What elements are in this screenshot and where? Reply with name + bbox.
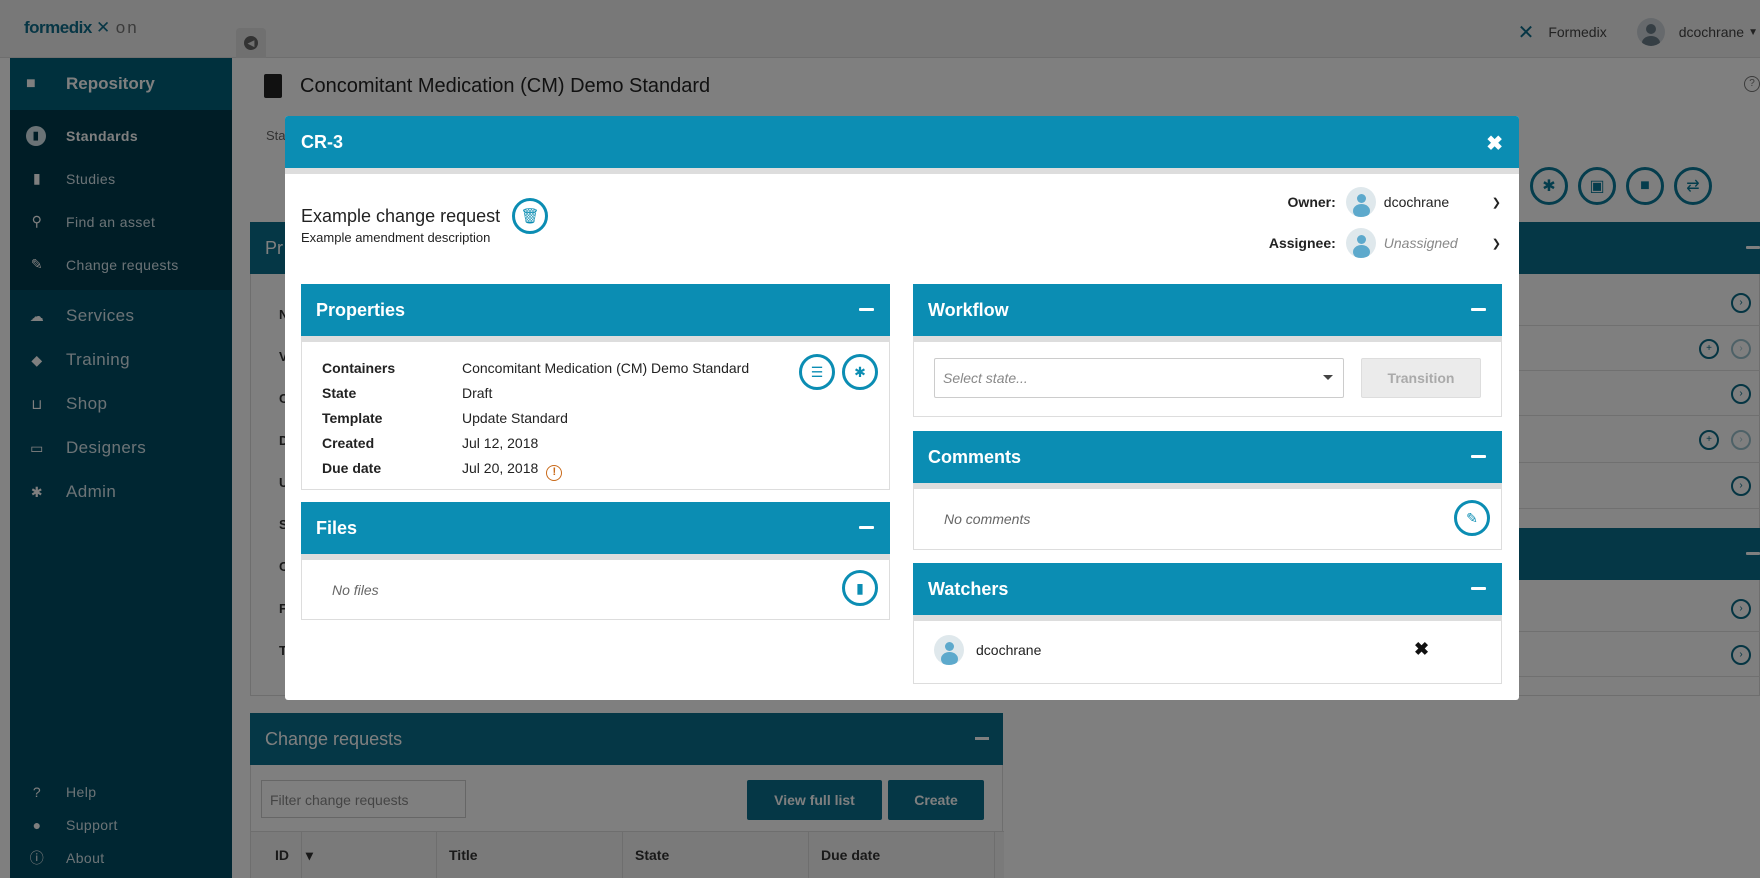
state-select[interactable]: Select state... — [934, 358, 1344, 398]
minus-icon[interactable] — [859, 526, 874, 529]
property-row: Due date Jul 20, 2018! — [322, 456, 749, 481]
transition-button[interactable]: Transition — [1361, 358, 1481, 398]
property-row: Containers Concomitant Medication (CM) De… — [322, 360, 750, 376]
property-row: Created Jul 12, 2018 — [322, 435, 539, 451]
files-panel: Files No files ▮ — [301, 502, 890, 620]
minus-icon[interactable] — [1471, 308, 1486, 311]
modal-header: CR-3 ✖ — [285, 116, 1519, 168]
property-row: Template Update Standard — [322, 410, 568, 426]
list-item: dcochrane — [934, 635, 1041, 665]
avatar — [934, 635, 964, 665]
list-icon[interactable]: ☰ — [799, 354, 835, 390]
workflow-panel: Workflow Select state... Transition — [913, 284, 1502, 417]
property-row: State Draft — [322, 385, 493, 401]
properties-panel: Properties Containers Concomitant Medicat… — [301, 284, 890, 490]
avatar — [1345, 187, 1376, 217]
properties-table: Containers Concomitant Medication (CM) De… — [322, 356, 749, 481]
assignee-field[interactable]: Assignee: Unassigned ❯ — [1264, 228, 1501, 258]
gear-icon[interactable]: ✱ — [842, 354, 878, 390]
minus-icon[interactable] — [1471, 455, 1486, 458]
close-icon[interactable]: ✖ — [1414, 639, 1429, 660]
chevron-down-icon[interactable]: ❯ — [1492, 237, 1501, 250]
change-request-title: Example change request 🗑 — [301, 198, 549, 234]
watchers-panel: Watchers dcochrane ✖ — [913, 563, 1502, 684]
modal-title: CR-3 — [301, 131, 344, 152]
no-comments-text: No comments — [944, 511, 1031, 527]
close-icon[interactable]: ✖ — [1486, 131, 1503, 156]
comments-panel: Comments No comments ✎ — [913, 431, 1502, 550]
minus-icon[interactable] — [1471, 587, 1486, 590]
caret-down-icon — [1323, 375, 1333, 380]
owner-field[interactable]: Owner: dcochrane ❯ — [1264, 187, 1501, 217]
minus-icon[interactable] — [859, 308, 874, 311]
chevron-down-icon[interactable]: ❯ — [1492, 196, 1501, 209]
pencil-icon[interactable]: ✎ — [1454, 500, 1490, 536]
file-icon[interactable]: ▮ — [842, 570, 878, 606]
change-request-modal: CR-3 ✖ Example change request 🗑 Example … — [285, 116, 1519, 700]
warning-icon: ! — [546, 464, 563, 481]
avatar — [1345, 228, 1376, 258]
change-request-description: Example amendment description — [301, 230, 491, 245]
trash-icon[interactable]: 🗑 — [512, 198, 549, 234]
no-files-text: No files — [332, 582, 379, 598]
